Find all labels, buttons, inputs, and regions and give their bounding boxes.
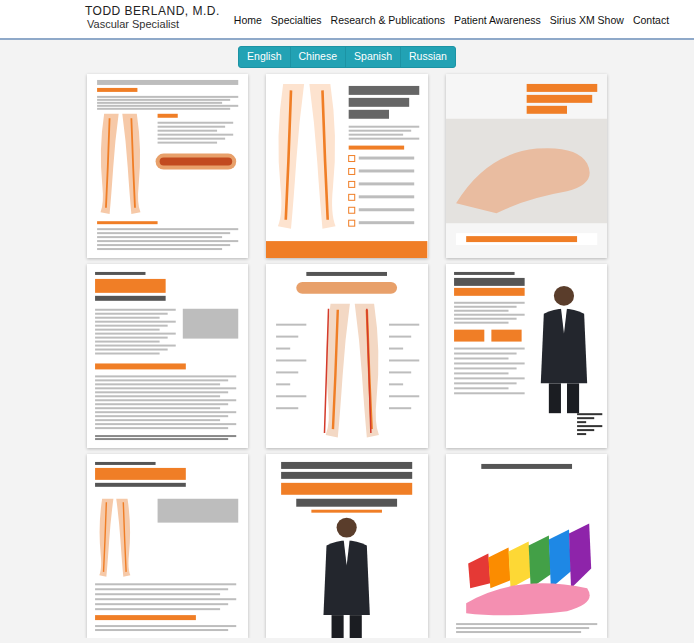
poster-grid xyxy=(87,74,607,638)
poster[interactable] xyxy=(87,264,248,448)
poster[interactable] xyxy=(87,74,248,258)
site-name[interactable]: TODD BERLAND, M.D. xyxy=(85,4,220,18)
poster-image xyxy=(266,454,427,638)
main-nav: Home Specialties Research & Publications Pa… xyxy=(234,4,669,29)
nav-link[interactable]: Home xyxy=(234,13,262,29)
poster[interactable] xyxy=(266,454,427,638)
site-header: TODD BERLAND, M.D.Vascular Specialist Ho… xyxy=(0,0,694,40)
poster-image xyxy=(266,74,427,258)
language-button[interactable]: Spanish xyxy=(345,46,401,68)
poster[interactable] xyxy=(446,264,607,448)
poster[interactable] xyxy=(446,74,607,258)
site-logo[interactable]: TODD BERLAND, M.D.Vascular Specialist xyxy=(85,4,220,32)
poster-image xyxy=(266,264,427,448)
language-button[interactable]: Chinese xyxy=(290,46,347,68)
poster-image xyxy=(87,74,248,258)
language-button[interactable]: English xyxy=(238,46,290,68)
nav-link[interactable]: Specialties xyxy=(271,13,322,29)
poster[interactable] xyxy=(87,454,248,638)
poster-image xyxy=(446,264,607,448)
poster-image xyxy=(87,454,248,638)
poster[interactable] xyxy=(266,264,427,448)
language-button[interactable]: Russian xyxy=(400,46,456,68)
nav-link[interactable]: Sirius XM Show xyxy=(550,13,624,29)
poster[interactable] xyxy=(446,454,607,638)
poster-image xyxy=(87,264,248,448)
poster-image xyxy=(446,454,607,638)
poster-image xyxy=(446,74,607,258)
nav-link[interactable]: Contact xyxy=(633,13,669,29)
nav-link[interactable]: Patient Awareness xyxy=(454,13,541,29)
site-tagline: Vascular Specialist xyxy=(85,18,220,31)
nav-link[interactable]: Research & Publications xyxy=(331,13,445,29)
language-switcher: EnglishChineseSpanishRussian xyxy=(238,46,456,68)
poster[interactable] xyxy=(266,74,427,258)
